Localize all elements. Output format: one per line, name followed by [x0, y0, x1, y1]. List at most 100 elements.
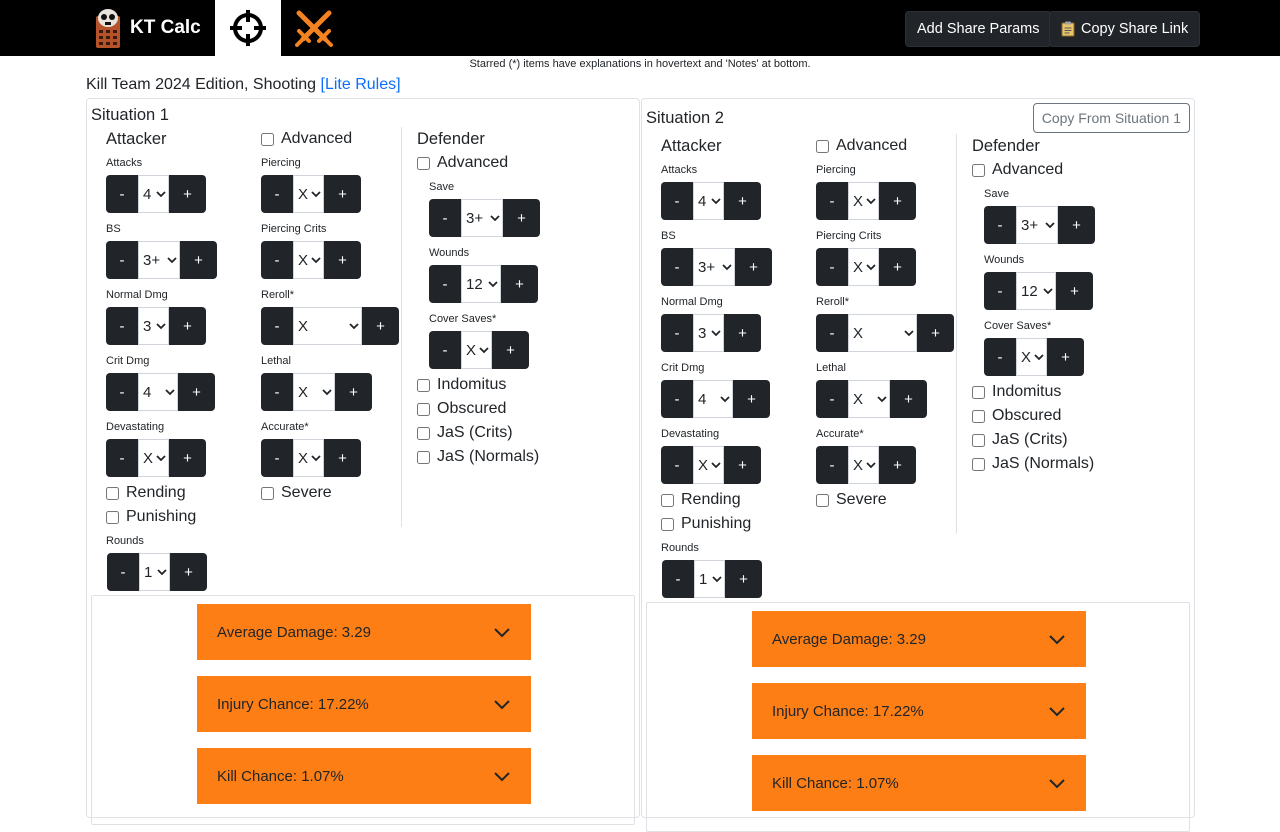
piercing-increment-button[interactable]: +	[324, 175, 361, 213]
lethal-increment-button[interactable]: +	[890, 380, 927, 418]
piercing-crits-select[interactable]: X	[848, 248, 879, 286]
crit-dmg-select[interactable]: 4	[693, 380, 733, 418]
attacker-advanced-checkbox[interactable]: Advanced	[261, 130, 352, 148]
attacks-decrement-button[interactable]: -	[106, 175, 138, 213]
copy-from-situation-1-button[interactable]: Copy From Situation 1	[1032, 103, 1190, 133]
wounds-select[interactable]: 12	[461, 265, 501, 303]
rending-checkbox[interactable]: Rending	[661, 491, 741, 509]
piercing-increment-button[interactable]: +	[879, 182, 916, 220]
jas-crits-checkbox[interactable]: JaS (Crits)	[417, 424, 513, 442]
accurate-increment-button[interactable]: +	[879, 446, 916, 484]
severe-checkbox[interactable]: Severe	[816, 491, 887, 509]
save-decrement-button[interactable]: -	[984, 206, 1016, 244]
cover-saves-increment-button[interactable]: +	[492, 331, 529, 369]
reroll-increment-button[interactable]: +	[362, 307, 399, 345]
accurate-decrement-button[interactable]: -	[816, 446, 848, 484]
jas-crits-checkbox[interactable]: JaS (Crits)	[972, 431, 1068, 449]
injury-chance-accordion[interactable]: Injury Chance: 17.22%	[197, 676, 531, 732]
rounds-select[interactable]: 1	[694, 560, 725, 598]
normal-dmg-select[interactable]: 3	[693, 314, 724, 352]
lethal-decrement-button[interactable]: -	[261, 373, 293, 411]
lethal-select[interactable]: X	[293, 373, 335, 411]
tab-melee[interactable]	[281, 0, 347, 56]
bs-select[interactable]: 3+	[693, 248, 735, 286]
wounds-decrement-button[interactable]: -	[429, 265, 461, 303]
piercing-decrement-button[interactable]: -	[261, 175, 293, 213]
kill-chance-accordion[interactable]: Kill Chance: 1.07%	[752, 755, 1086, 811]
bs-decrement-button[interactable]: -	[106, 241, 138, 279]
lite-rules-link[interactable]: [Lite Rules]	[321, 76, 401, 93]
brand[interactable]: KT Calc	[94, 6, 201, 50]
piercing-decrement-button[interactable]: -	[816, 182, 848, 220]
save-select[interactable]: 3+	[1016, 206, 1058, 244]
attacks-increment-button[interactable]: +	[724, 182, 761, 220]
devastating-increment-button[interactable]: +	[169, 439, 206, 477]
piercing-crits-select[interactable]: X	[293, 241, 324, 279]
lethal-select[interactable]: X	[848, 380, 890, 418]
obscured-checkbox[interactable]: Obscured	[417, 400, 506, 418]
rounds-decrement-button[interactable]: -	[107, 553, 139, 591]
severe-checkbox[interactable]: Severe	[261, 484, 332, 502]
attacks-select[interactable]: 4	[138, 175, 169, 213]
accurate-select[interactable]: X	[848, 446, 879, 484]
cover-saves-decrement-button[interactable]: -	[429, 331, 461, 369]
accurate-increment-button[interactable]: +	[324, 439, 361, 477]
save-increment-button[interactable]: +	[503, 199, 540, 237]
reroll-select[interactable]: X	[293, 307, 362, 345]
punishing-checkbox[interactable]: Punishing	[106, 508, 196, 526]
wounds-select[interactable]: 12	[1016, 272, 1056, 310]
devastating-increment-button[interactable]: +	[724, 446, 761, 484]
injury-chance-accordion[interactable]: Injury Chance: 17.22%	[752, 683, 1086, 739]
piercing-crits-increment-button[interactable]: +	[879, 248, 916, 286]
add-share-params-button[interactable]: Add Share Params	[905, 11, 1052, 47]
kill-chance-accordion[interactable]: Kill Chance: 1.07%	[197, 748, 531, 804]
average-damage-accordion[interactable]: Average Damage: 3.29	[752, 611, 1086, 667]
bs-increment-button[interactable]: +	[180, 241, 217, 279]
attacks-select[interactable]: 4	[693, 182, 724, 220]
normal-dmg-decrement-button[interactable]: -	[661, 314, 693, 352]
cover-saves-decrement-button[interactable]: -	[984, 338, 1016, 376]
crit-dmg-decrement-button[interactable]: -	[661, 380, 693, 418]
piercing-select[interactable]: X	[848, 182, 879, 220]
rending-checkbox[interactable]: Rending	[106, 484, 186, 502]
normal-dmg-decrement-button[interactable]: -	[106, 307, 138, 345]
reroll-decrement-button[interactable]: -	[261, 307, 293, 345]
reroll-select[interactable]: X	[848, 314, 917, 352]
rounds-increment-button[interactable]: +	[170, 553, 207, 591]
devastating-decrement-button[interactable]: -	[106, 439, 138, 477]
average-damage-accordion[interactable]: Average Damage: 3.29	[197, 604, 531, 660]
piercing-crits-increment-button[interactable]: +	[324, 241, 361, 279]
piercing-select[interactable]: X	[293, 175, 324, 213]
obscured-checkbox[interactable]: Obscured	[972, 407, 1061, 425]
save-select[interactable]: 3+	[461, 199, 503, 237]
wounds-decrement-button[interactable]: -	[984, 272, 1016, 310]
crit-dmg-increment-button[interactable]: +	[733, 380, 770, 418]
normal-dmg-increment-button[interactable]: +	[169, 307, 206, 345]
devastating-select[interactable]: X	[138, 439, 169, 477]
indomitus-checkbox[interactable]: Indomitus	[972, 383, 1061, 401]
accurate-decrement-button[interactable]: -	[261, 439, 293, 477]
reroll-decrement-button[interactable]: -	[816, 314, 848, 352]
rounds-decrement-button[interactable]: -	[662, 560, 694, 598]
save-decrement-button[interactable]: -	[429, 199, 461, 237]
wounds-increment-button[interactable]: +	[501, 265, 538, 303]
cover-saves-select[interactable]: X	[461, 331, 492, 369]
crit-dmg-decrement-button[interactable]: -	[106, 373, 138, 411]
rounds-increment-button[interactable]: +	[725, 560, 762, 598]
crit-dmg-select[interactable]: 4	[138, 373, 178, 411]
wounds-increment-button[interactable]: +	[1056, 272, 1093, 310]
punishing-checkbox[interactable]: Punishing	[661, 515, 751, 533]
indomitus-checkbox[interactable]: Indomitus	[417, 376, 506, 394]
copy-share-link-button[interactable]: Copy Share Link	[1049, 11, 1201, 47]
lethal-increment-button[interactable]: +	[335, 373, 372, 411]
piercing-crits-decrement-button[interactable]: -	[816, 248, 848, 286]
defender-advanced-checkbox[interactable]: Advanced	[972, 161, 1063, 179]
bs-increment-button[interactable]: +	[735, 248, 772, 286]
normal-dmg-select[interactable]: 3	[138, 307, 169, 345]
normal-dmg-increment-button[interactable]: +	[724, 314, 761, 352]
reroll-increment-button[interactable]: +	[917, 314, 954, 352]
save-increment-button[interactable]: +	[1058, 206, 1095, 244]
lethal-decrement-button[interactable]: -	[816, 380, 848, 418]
bs-decrement-button[interactable]: -	[661, 248, 693, 286]
cover-saves-select[interactable]: X	[1016, 338, 1047, 376]
